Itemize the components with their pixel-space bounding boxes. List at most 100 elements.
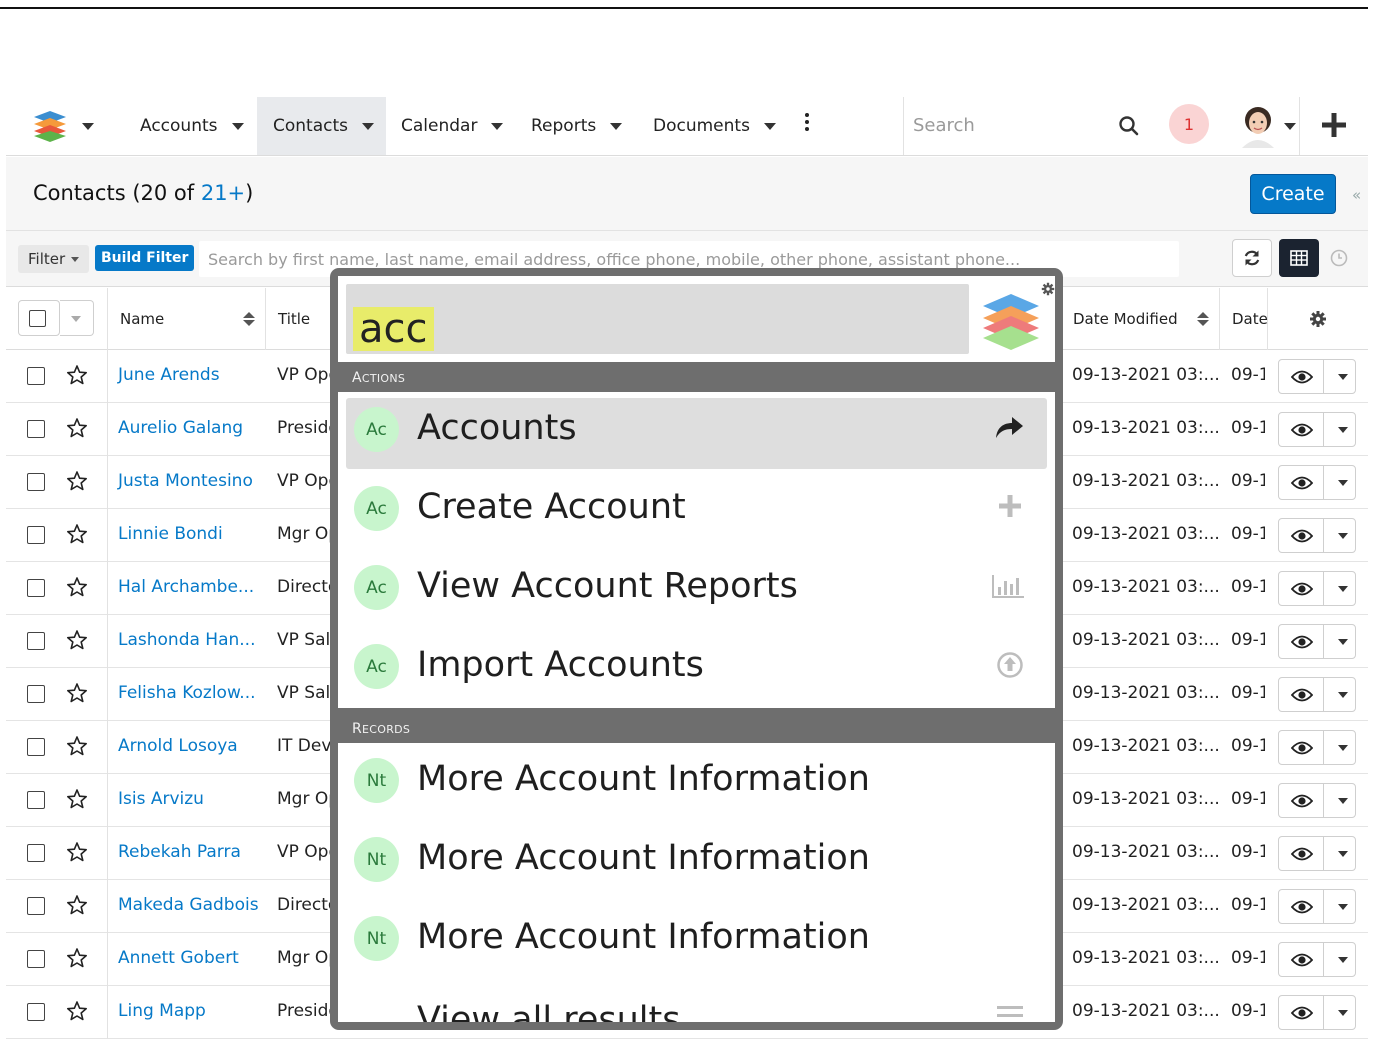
action-item-view-account-reports[interactable]: Ac View Account Reports [338,550,1055,629]
record-item[interactable]: Nt More Account Information [338,822,1055,901]
user-profile-menu[interactable] [1236,102,1302,148]
search-icon[interactable] [1118,115,1140,137]
app-logo-menu[interactable] [32,109,102,143]
contact-name-link[interactable]: Aurelio Galang [118,418,243,438]
column-header-date-modified[interactable]: Date Modified [1060,288,1220,350]
quick-create-plus-icon[interactable] [1319,110,1349,140]
contact-name-link[interactable]: Annett Gobert [118,948,239,968]
chevron-down-icon[interactable] [231,122,244,130]
favorite-star-icon[interactable] [66,1000,88,1022]
activity-stream-button[interactable] [1324,239,1354,277]
column-settings-gear-icon[interactable] [1309,310,1327,328]
contact-name-link[interactable]: Hal Archambe... [118,577,254,597]
preview-eye-icon[interactable] [1291,740,1313,756]
chevron-down-icon[interactable] [1338,904,1348,910]
chevron-down-icon[interactable] [1338,745,1348,751]
preview-eye-icon[interactable] [1291,422,1313,438]
favorite-star-icon[interactable] [66,629,88,651]
quick-search-settings-gear-icon[interactable] [1041,282,1055,296]
chevron-down-icon[interactable] [1338,851,1348,857]
sort-icon[interactable] [243,312,255,326]
record-item[interactable]: Nt More Account Information [338,901,1055,980]
row-checkbox[interactable] [27,897,45,915]
chevron-down-icon[interactable] [1284,123,1296,130]
contact-name-link[interactable]: Isis Arvizu [118,789,204,809]
favorite-star-icon[interactable] [66,576,88,598]
column-header-title[interactable]: Title [266,288,336,350]
action-item-create-account[interactable]: Ac Create Account [338,471,1055,550]
preview-eye-icon[interactable] [1291,634,1313,650]
chevron-down-icon[interactable] [1338,1010,1348,1016]
chevron-down-icon[interactable] [362,122,374,130]
row-checkbox[interactable] [27,367,45,385]
contact-name-link[interactable]: Lashonda Han... [118,630,256,650]
row-checkbox[interactable] [27,844,45,862]
favorite-star-icon[interactable] [66,735,88,757]
favorite-star-icon[interactable] [66,417,88,439]
contact-name-link[interactable]: Ling Mapp [118,1001,206,1021]
favorite-star-icon[interactable] [66,947,88,969]
build-filter-button[interactable]: Build Filter [95,245,195,271]
contact-name-link[interactable]: Rebekah Parra [118,842,241,862]
favorite-star-icon[interactable] [66,470,88,492]
preview-eye-icon[interactable] [1291,952,1313,968]
chevron-down-icon[interactable] [1338,427,1348,433]
column-header-name[interactable]: Name [107,288,266,350]
favorite-star-icon[interactable] [66,364,88,386]
chevron-down-icon[interactable] [1338,798,1348,804]
collapse-sidebar-icon[interactable]: « [1352,186,1361,204]
row-checkbox[interactable] [27,473,45,491]
tab-reports[interactable]: Reports [515,97,638,155]
row-checkbox[interactable] [27,685,45,703]
preview-eye-icon[interactable] [1291,846,1313,862]
contact-name-link[interactable]: Felisha Kozlow... [118,683,256,703]
contact-name-link[interactable]: Arnold Losoya [118,736,238,756]
favorite-star-icon[interactable] [66,894,88,916]
preview-eye-icon[interactable] [1291,687,1313,703]
favorite-star-icon[interactable] [66,523,88,545]
preview-eye-icon[interactable] [1291,581,1313,597]
tab-calendar[interactable]: Calendar [385,97,519,155]
row-checkbox[interactable] [27,791,45,809]
chevron-down-icon[interactable] [1338,639,1348,645]
chevron-down-icon[interactable] [1338,692,1348,698]
action-item-import-accounts[interactable]: Ac Import Accounts [338,629,1055,708]
row-checkbox[interactable] [27,579,45,597]
row-checkbox[interactable] [27,526,45,544]
record-item[interactable]: Nt More Account Information [338,743,1055,822]
contact-name-link[interactable]: Makeda Gadbois [118,895,259,915]
row-checkbox[interactable] [27,738,45,756]
row-checkbox[interactable] [27,420,45,438]
tab-accounts[interactable]: Accounts [124,97,260,155]
create-button[interactable]: Create [1250,174,1336,214]
column-header-date[interactable]: Date [1220,288,1268,350]
preview-eye-icon[interactable] [1291,899,1313,915]
chevron-down-icon[interactable] [1338,374,1348,380]
more-tabs-icon[interactable] [804,113,810,135]
select-all-checkbox[interactable] [18,300,60,336]
favorite-star-icon[interactable] [66,788,88,810]
preview-eye-icon[interactable] [1291,528,1313,544]
preview-eye-icon[interactable] [1291,475,1313,491]
preview-eye-icon[interactable] [1291,369,1313,385]
row-checkbox[interactable] [27,1003,45,1021]
filter-dropdown[interactable]: Filter [18,245,90,273]
chevron-down-icon[interactable] [763,122,776,130]
quick-search-input[interactable]: acc [346,284,969,354]
list-view-button[interactable] [1279,239,1319,277]
refresh-button[interactable] [1232,239,1272,277]
tab-contacts[interactable]: Contacts [257,97,386,155]
global-search[interactable]: Search [903,97,1161,155]
total-count-link[interactable]: 21+ [201,181,245,205]
preview-eye-icon[interactable] [1291,1005,1313,1021]
chevron-down-icon[interactable] [1338,480,1348,486]
chevron-down-icon[interactable] [1338,957,1348,963]
row-checkbox[interactable] [27,950,45,968]
contact-name-link[interactable]: Linnie Bondi [118,524,223,544]
sort-icon[interactable] [1197,312,1209,326]
global-search-input[interactable]: Search [913,115,975,136]
tab-documents[interactable]: Documents [637,97,792,155]
chevron-down-icon[interactable] [610,122,623,130]
view-all-results-item[interactable]: View all results [338,980,1055,1022]
mass-actions-dropdown[interactable] [60,300,94,336]
